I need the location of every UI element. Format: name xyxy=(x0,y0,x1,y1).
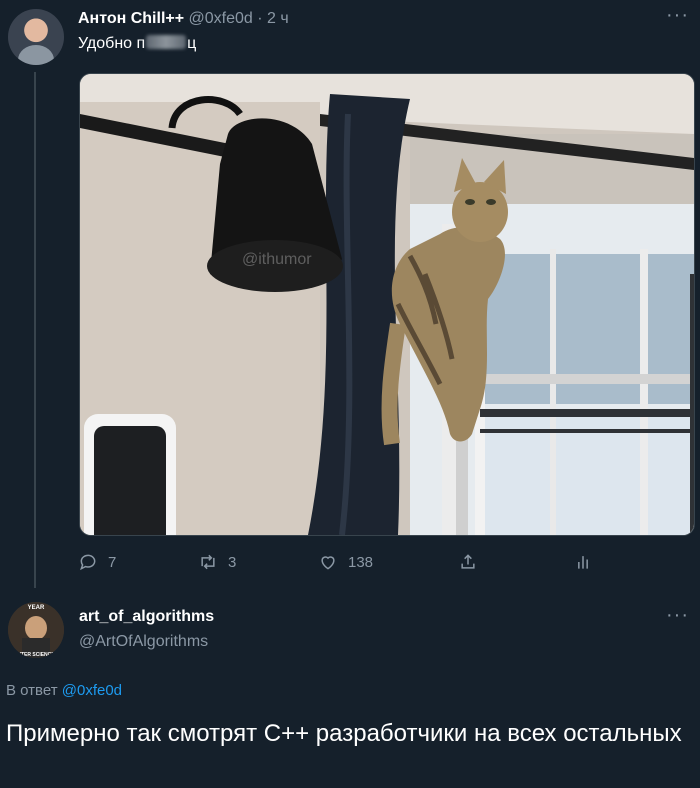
tweet-time[interactable]: 2 ч xyxy=(267,10,289,27)
tweet-photo[interactable]: @ithumor xyxy=(79,73,695,536)
retweet-button[interactable]: 3 xyxy=(198,548,236,576)
reply-author-handle[interactable]: @ArtOfAlgorithms xyxy=(79,633,208,651)
tweet-text: Удобно п ц xyxy=(78,33,196,55)
more-horizontal-icon[interactable]: ··· xyxy=(666,604,689,627)
share-button[interactable] xyxy=(458,548,478,576)
author-avatar[interactable] xyxy=(8,9,64,65)
author-handle[interactable]: @0xfe0d xyxy=(189,10,253,27)
avatar-caption-bottom: UTER SCIENCE xyxy=(17,652,55,658)
tweet-text-end: ц xyxy=(187,35,197,52)
tweet-header: Антон Chill++ @0xfe0d · 2 ч xyxy=(78,9,289,29)
reply-author-name[interactable]: art_of_algorithms xyxy=(79,608,214,626)
thread-connector xyxy=(34,72,36,588)
retweet-count: 3 xyxy=(228,553,237,571)
retweet-icon xyxy=(201,554,215,570)
author-name[interactable]: Антон Chill++ xyxy=(78,10,184,27)
watermark-text: @ithumor xyxy=(242,251,312,268)
reply-prefix: В ответ xyxy=(6,682,58,699)
censor-blur xyxy=(146,35,187,49)
more-horizontal-icon[interactable]: ··· xyxy=(666,4,689,27)
analytics-icon xyxy=(578,556,588,569)
tweet-actions: 7 3 138 xyxy=(78,548,618,576)
reply-button[interactable]: 7 xyxy=(78,548,116,576)
avatar-caption-top: YEAR xyxy=(28,605,45,611)
heart-icon xyxy=(321,556,335,570)
analytics-button[interactable] xyxy=(573,548,593,576)
avatar-image: YEAR UTER SCIENCE xyxy=(8,602,64,658)
reply-mention-link[interactable]: @0xfe0d xyxy=(62,682,122,699)
tweet-text-start: Удобно п xyxy=(78,35,146,52)
cat-photo-illustration: @ithumor xyxy=(80,74,694,535)
reply-text: Примерно так смотрят C++ разработчики на… xyxy=(6,720,682,747)
reply-icon xyxy=(80,554,96,571)
reply-context: В ответ @0xfe0d xyxy=(6,682,122,699)
share-icon xyxy=(461,554,475,569)
like-button[interactable]: 138 xyxy=(318,548,373,576)
reply-count: 7 xyxy=(108,553,117,571)
separator-dot: · xyxy=(257,10,263,27)
like-count: 138 xyxy=(348,553,374,571)
reply-author-avatar[interactable]: YEAR UTER SCIENCE xyxy=(8,602,64,658)
